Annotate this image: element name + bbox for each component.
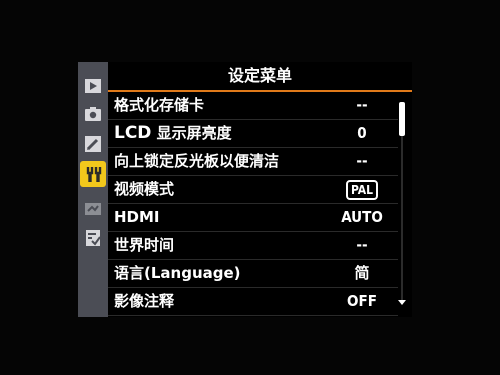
camera-menu-screen: 设定菜单 格式化存储卡 -- LCD 显示屏亮度 0 向上锁定反光板以便清洁 -… — [78, 62, 412, 317]
my-menu-icon[interactable] — [82, 228, 104, 248]
menu-item-image-comment[interactable]: 影像注释 OFF — [108, 288, 398, 316]
menu-item-value: OFF — [347, 292, 377, 310]
menu-item-label: 语言(Language) — [114, 264, 241, 282]
menu-tab-column — [78, 62, 108, 317]
menu-item-label: 格式化存储卡 — [114, 96, 205, 114]
menu-item-label-text: 显示屏亮度 — [156, 124, 232, 142]
menu-item-label: 视频模式 — [114, 180, 175, 198]
menu-title: 设定菜单 — [108, 62, 412, 92]
menu-item-value: PAL — [332, 176, 392, 203]
menu-item-label: 影像注释 — [114, 292, 175, 310]
shooting-menu-icon[interactable] — [82, 104, 104, 124]
menu-item-value: AUTO — [341, 208, 383, 226]
menu-scrollbar[interactable] — [398, 96, 406, 308]
retouch-menu-icon[interactable] — [82, 199, 104, 219]
menu-item-label: LCD 显示屏亮度 — [114, 120, 232, 147]
pal-badge: PAL — [345, 180, 379, 200]
menu-item-video-mode[interactable]: 视频模式 PAL — [108, 176, 398, 204]
menu-item-label: 向上锁定反光板以便清洁 — [114, 152, 280, 170]
menu-item-label: HDMI — [114, 208, 160, 226]
menu-item-value: -- — [356, 152, 368, 170]
lcd-abbreviation: LCD — [114, 123, 152, 143]
menu-item-value: -- — [356, 236, 368, 254]
menu-item-lcd-brightness[interactable]: LCD 显示屏亮度 0 — [108, 120, 398, 148]
menu-item-language[interactable]: 语言(Language) 简 — [108, 260, 398, 288]
custom-setting-pencil-icon[interactable] — [82, 134, 104, 154]
scroll-down-arrow-icon — [398, 300, 406, 305]
scrollbar-thumb[interactable] — [399, 102, 405, 136]
menu-item-value: 简 — [354, 264, 370, 282]
menu-item-label: 世界时间 — [114, 236, 175, 254]
playback-menu-icon[interactable] — [82, 76, 104, 96]
menu-item-world-time[interactable]: 世界时间 -- — [108, 232, 398, 260]
menu-item-value: 0 — [357, 124, 367, 142]
menu-item-format-card[interactable]: 格式化存储卡 -- — [108, 92, 398, 120]
menu-item-value: -- — [356, 96, 368, 114]
menu-item-mirror-lockup[interactable]: 向上锁定反光板以便清洁 -- — [108, 148, 398, 176]
setup-wrench-icon[interactable] — [80, 161, 106, 187]
menu-item-hdmi[interactable]: HDMI AUTO — [108, 204, 398, 232]
